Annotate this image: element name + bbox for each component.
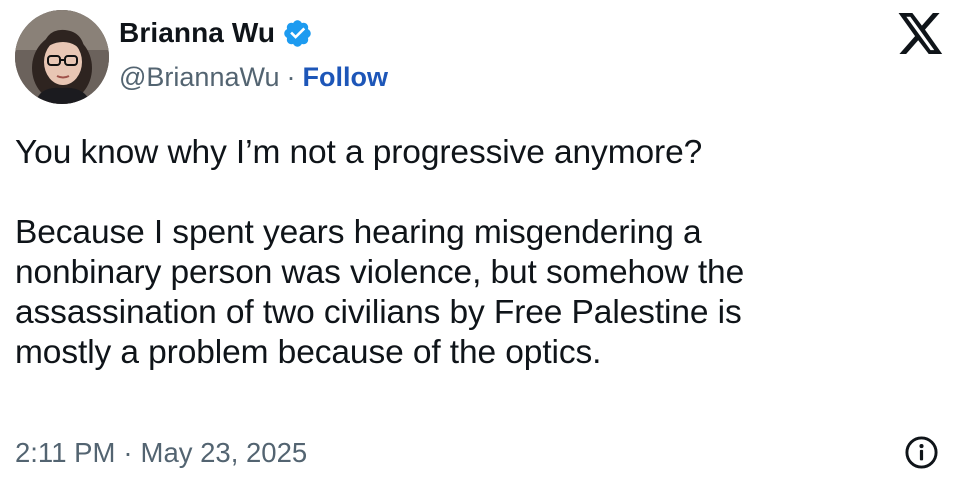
author-handle-row: @BriannaWu · Follow bbox=[119, 62, 388, 93]
tweet-time: 2:11 PM bbox=[15, 437, 116, 468]
tweet-text: You know why I’m not a progressive anymo… bbox=[15, 133, 950, 373]
author-name[interactable]: Brianna Wu bbox=[119, 17, 275, 49]
tweet-line: nonbinary person was violence, but someh… bbox=[15, 254, 745, 291]
verified-badge-icon bbox=[282, 18, 313, 49]
author-name-row: Brianna Wu bbox=[119, 17, 313, 49]
tweet-line: Because I spent years hearing misgenderi… bbox=[15, 214, 702, 251]
tweet-line: You know why I’m not a progressive anymo… bbox=[15, 134, 703, 171]
tweet-line: assassination of two civilians by Free P… bbox=[15, 294, 742, 331]
tweet-line: mostly a problem because of the optics. bbox=[15, 334, 602, 371]
timestamp-separator: · bbox=[123, 437, 133, 468]
x-logo-icon[interactable] bbox=[898, 13, 944, 55]
tweet-date: May 23, 2025 bbox=[140, 437, 308, 468]
tweet-timestamp[interactable]: 2:11 PM · May 23, 2025 bbox=[15, 437, 307, 469]
author-handle[interactable]: @BriannaWu bbox=[119, 62, 279, 93]
avatar[interactable] bbox=[15, 10, 109, 104]
handle-separator: · bbox=[286, 62, 296, 92]
info-icon[interactable] bbox=[904, 435, 939, 470]
avatar-image bbox=[15, 10, 109, 104]
follow-button[interactable]: Follow bbox=[302, 62, 387, 93]
